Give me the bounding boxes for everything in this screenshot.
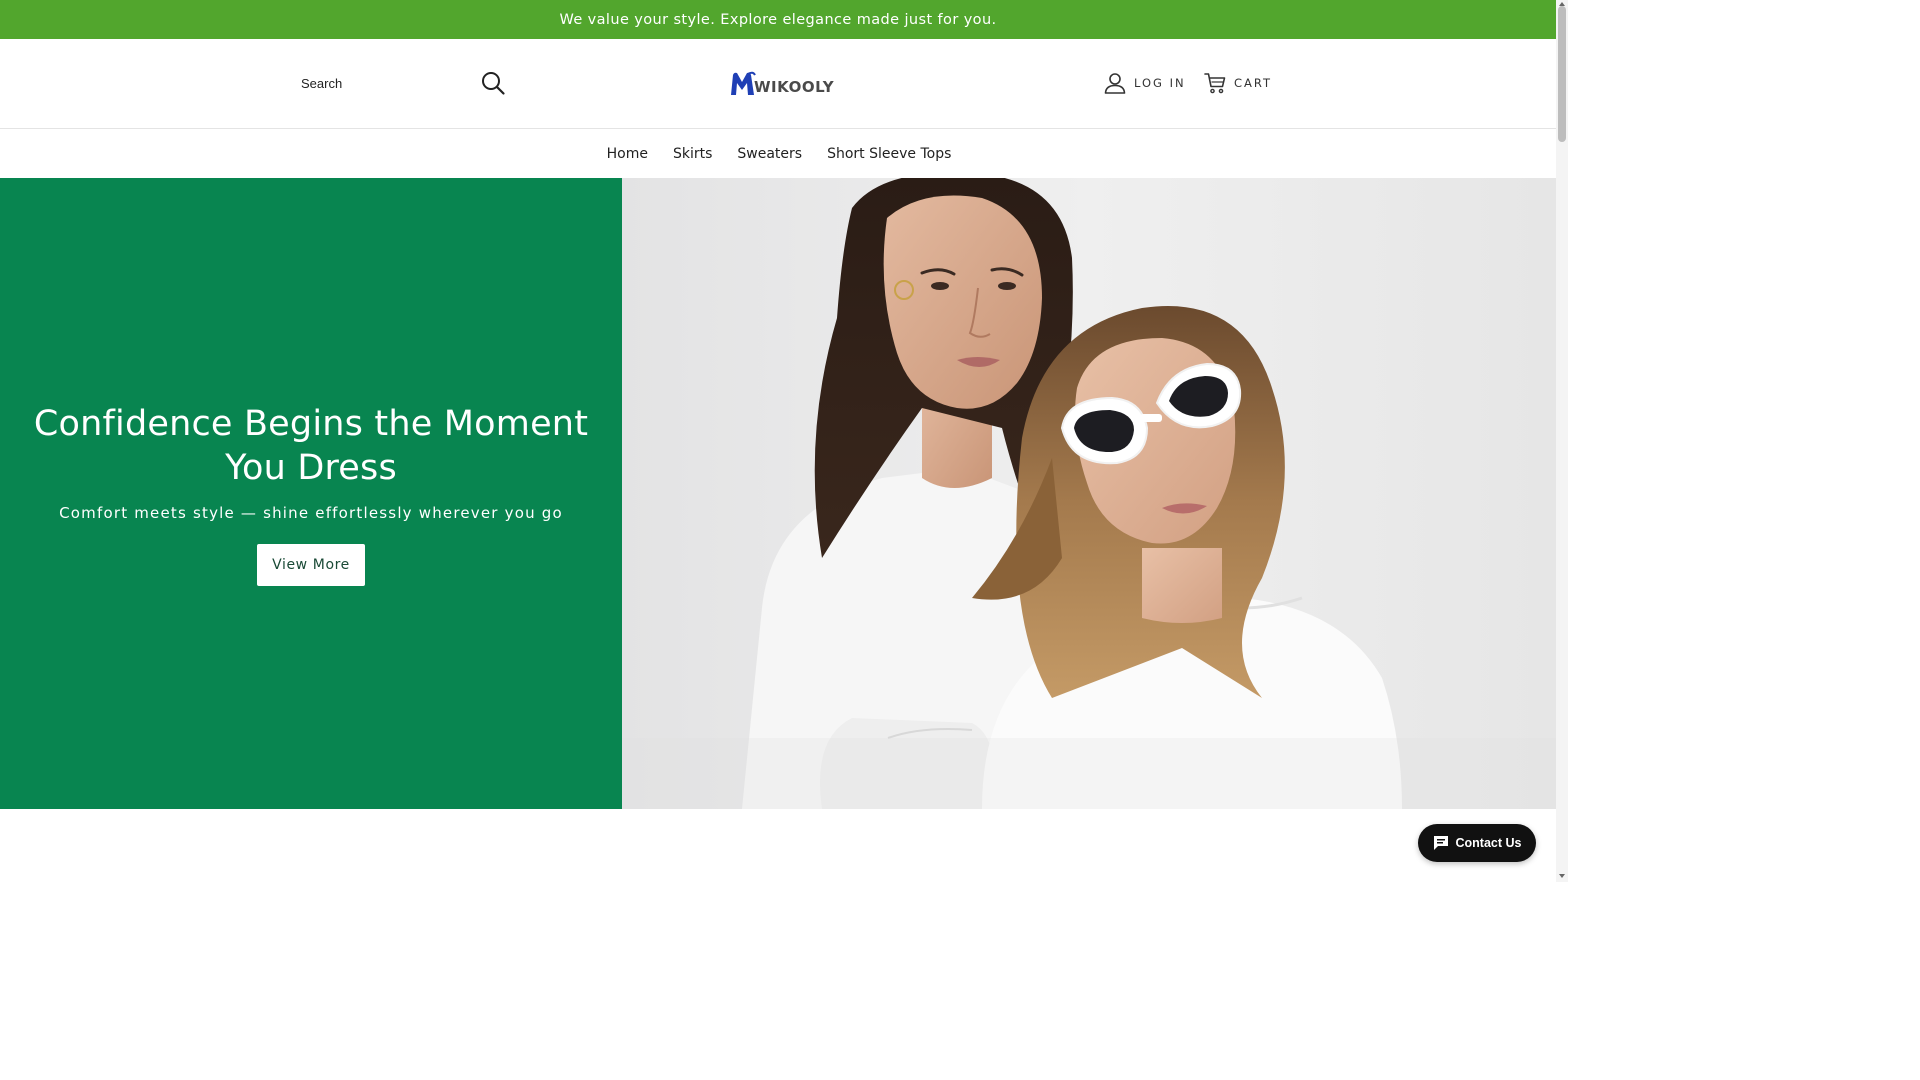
contact-us-button[interactable]: Contact Us bbox=[1418, 824, 1536, 862]
site-logo[interactable]: WIKOOLY bbox=[729, 67, 834, 97]
search-icon bbox=[482, 72, 505, 95]
hero-image[interactable] bbox=[622, 178, 1556, 809]
scroll-down-arrow[interactable] bbox=[1559, 874, 1565, 878]
cart-icon bbox=[1204, 73, 1226, 94]
site-header: WIKOOLY LOG IN CART bbox=[0, 39, 1556, 129]
hero-banner: Confidence Begins the Moment You Dress C… bbox=[0, 178, 1556, 809]
cart-link[interactable]: CART bbox=[1204, 71, 1272, 95]
page: We value your style. Explore elegance ma… bbox=[0, 0, 1568, 882]
logo-text: WIKOOLY bbox=[754, 78, 835, 96]
cart-label: CART bbox=[1234, 76, 1273, 90]
login-link[interactable]: LOG IN bbox=[1104, 71, 1186, 95]
page-scrollbar[interactable] bbox=[1556, 0, 1568, 882]
view-more-button[interactable]: View More bbox=[257, 543, 365, 586]
hero-title: Confidence Begins the Moment You Dress bbox=[33, 403, 589, 488]
nav-item-home[interactable]: Home bbox=[607, 146, 648, 162]
login-label: LOG IN bbox=[1134, 76, 1186, 90]
nav-item-sweaters[interactable]: Sweaters bbox=[737, 146, 802, 162]
nav-item-skirts[interactable]: Skirts bbox=[673, 146, 712, 162]
hero-photo-illustration bbox=[622, 178, 1556, 809]
announcement-bar: We value your style. Explore elegance ma… bbox=[0, 0, 1556, 39]
logo-mark-icon bbox=[731, 71, 756, 95]
scrollbar-thumb[interactable] bbox=[1558, 6, 1566, 142]
hero-text-panel: Confidence Begins the Moment You Dress C… bbox=[0, 178, 622, 809]
chat-icon bbox=[1433, 836, 1448, 850]
search-input[interactable] bbox=[290, 67, 470, 99]
search-button[interactable] bbox=[480, 70, 506, 96]
nav-item-short-sleeve-tops[interactable]: Short Sleeve Tops bbox=[827, 146, 951, 162]
contact-us-label: Contact Us bbox=[1455, 836, 1522, 850]
hero-subtitle: Comfort meets style — shine effortlessly… bbox=[59, 503, 563, 522]
announcement-text: We value your style. Explore elegance ma… bbox=[559, 11, 997, 28]
main-nav: Home Skirts Sweaters Short Sleeve Tops bbox=[0, 129, 1556, 178]
user-icon bbox=[1104, 73, 1126, 94]
